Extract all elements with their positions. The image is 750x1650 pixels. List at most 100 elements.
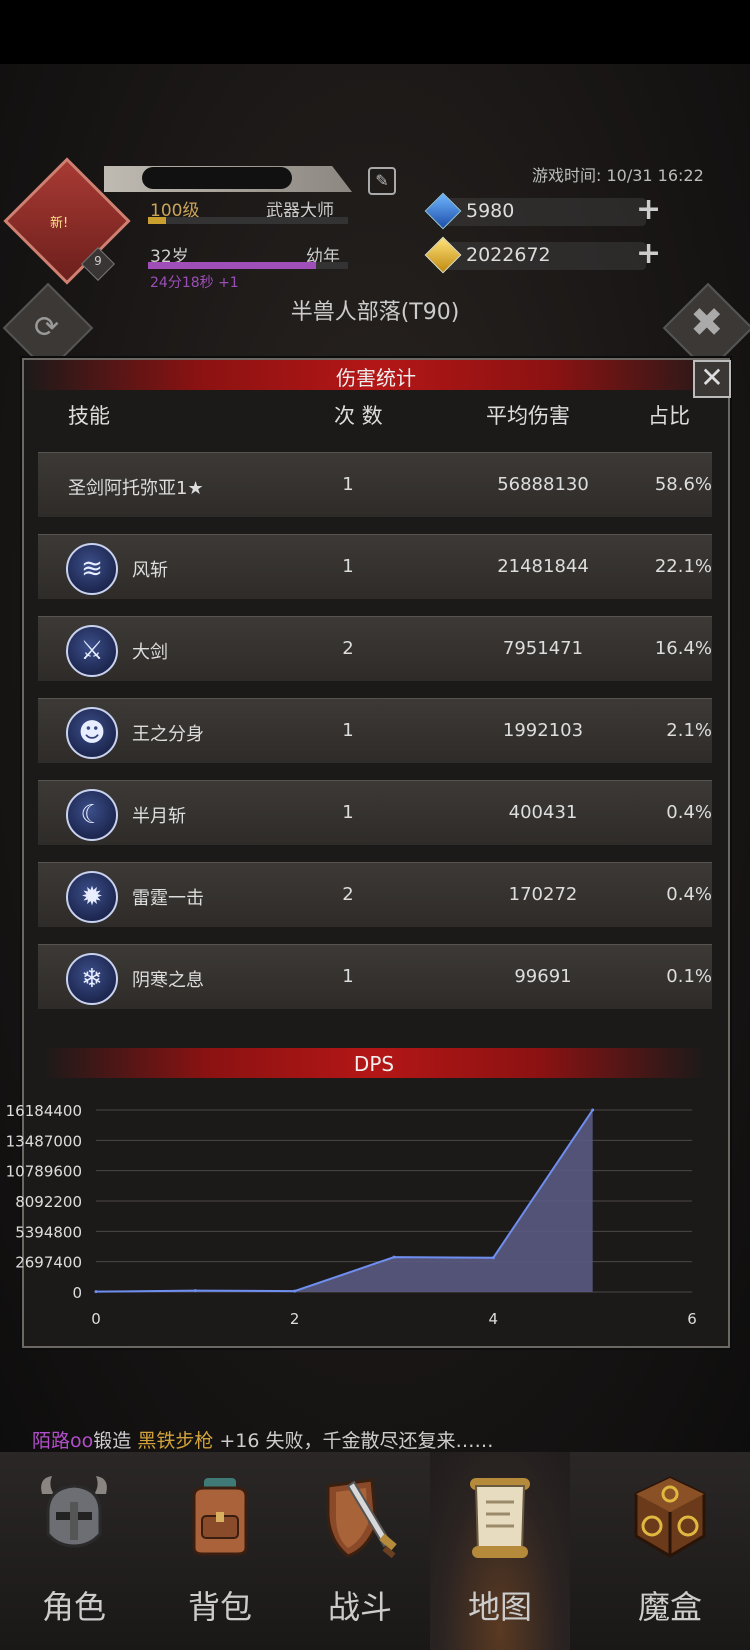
frost-breath-icon: ❄ — [66, 953, 118, 1005]
close-button[interactable]: ✕ — [693, 360, 731, 398]
nav-label: 背包 — [187, 1588, 252, 1626]
gold-count: 2022672 — [466, 244, 551, 266]
nav-label: 战斗 — [327, 1588, 392, 1626]
skill-count: 1 — [342, 802, 354, 823]
nav-label: 地图 — [467, 1588, 532, 1626]
table-row: ✹ 雷霆一击 2 170272 0.4% — [38, 862, 712, 927]
column-header-avg-damage: 平均伤害 — [486, 404, 570, 428]
skill-name: 半月斩 — [132, 806, 186, 827]
x-tick-label: 4 — [489, 1310, 499, 1328]
skill-count: 1 — [342, 556, 354, 577]
dps-point — [591, 1108, 595, 1112]
skill-count: 2 — [342, 638, 354, 659]
skill-percent: 2.1% — [666, 720, 712, 741]
sword-shield-icon — [326, 1478, 397, 1559]
gem-count: 5980 — [466, 200, 515, 222]
scroll-map-icon — [470, 1478, 530, 1558]
nav-character[interactable]: 角色 — [4, 1452, 144, 1650]
table-row: ☻ 王之分身 1 1992103 2.1% — [38, 698, 712, 763]
helmet-icon — [41, 1476, 107, 1548]
y-tick-label: 8092200 — [15, 1193, 82, 1211]
news-ticker: 陌路oo锻造 黑铁步枪 +16 失败，千金散尽还复来…… — [32, 1426, 494, 1453]
add-gems-button[interactable]: + — [636, 195, 661, 225]
avatar-level: 9 — [94, 254, 102, 268]
map-name: 半兽人部落(T90) — [290, 300, 460, 325]
y-tick-label: 0 — [72, 1284, 82, 1302]
nav-map[interactable]: 地图 — [430, 1452, 570, 1650]
skill-name: 雷霆一击 — [132, 888, 204, 909]
skill-percent: 58.6% — [654, 474, 712, 495]
skill-name: 王之分身 — [132, 724, 204, 745]
y-tick-label: 5394800 — [15, 1223, 82, 1241]
nav-magic-box[interactable]: 魔盒 — [600, 1452, 740, 1650]
dps-point — [193, 1289, 197, 1293]
skill-name: 圣剑阿托弥亚1★ — [68, 478, 204, 499]
skill-name: 阴寒之息 — [132, 970, 204, 991]
add-gold-button[interactable]: + — [636, 239, 661, 269]
skill-name: 风斩 — [132, 560, 168, 581]
ticker-item[interactable]: 黑铁步枪 — [137, 1430, 213, 1452]
skill-avg-damage: 1992103 — [502, 720, 584, 741]
half-moon-icon: ☾ — [66, 789, 118, 841]
table-row: ❄ 阴寒之息 1 99691 0.1% — [38, 944, 712, 1009]
dps-point — [293, 1289, 297, 1293]
ticker-action: 锻造 — [93, 1430, 132, 1452]
edit-name-button[interactable]: ✎ — [368, 167, 396, 195]
wind-slash-icon: ≋ — [66, 543, 118, 595]
skill-percent: 16.4% — [654, 638, 712, 659]
ticker-rest: +16 失败，千金散尽还复来…… — [219, 1430, 494, 1452]
age-bar-fill — [148, 262, 316, 269]
dps-point — [392, 1255, 396, 1259]
table-row: ⚔ 大剑 2 7951471 16.4% — [38, 616, 712, 681]
column-header-percent: 占比 — [648, 404, 690, 428]
table-row: ≋ 风斩 1 21481844 22.1% — [38, 534, 712, 599]
nav-label: 魔盒 — [637, 1588, 702, 1626]
modal-title: 伤害统计 — [336, 366, 416, 390]
skill-percent: 22.1% — [654, 556, 712, 577]
column-header-count: 次 数 — [334, 404, 383, 428]
ticker-player[interactable]: 陌路oo — [32, 1430, 93, 1452]
column-header-skill: 技能 — [68, 404, 110, 428]
skill-percent: 0.4% — [666, 802, 712, 823]
xp-bar-fill — [148, 217, 166, 224]
skill-count: 1 — [342, 966, 354, 987]
status-bar — [0, 0, 750, 64]
age-timer: 24分18秒 +1 — [150, 275, 239, 291]
table-row: 圣剑阿托弥亚1★ 1 56888130 58.6% — [38, 452, 712, 517]
nav-backpack[interactable]: 背包 — [150, 1452, 290, 1650]
skill-avg-damage: 21481844 — [497, 556, 589, 577]
nav-battle[interactable]: 战斗 — [290, 1452, 430, 1650]
y-tick-label: 16184400 — [6, 1102, 82, 1120]
dps-chart: 0 2697400 5394800 8092200 10789600 13487000 16… — [6, 1102, 697, 1328]
x-tick-label: 6 — [687, 1310, 697, 1328]
skill-avg-damage: 99691 — [514, 966, 572, 987]
backpack-icon — [192, 1478, 248, 1556]
skill-count: 1 — [342, 474, 354, 495]
skill-avg-damage: 400431 — [508, 802, 578, 823]
dps-point — [491, 1256, 495, 1260]
y-tick-label: 2697400 — [15, 1254, 82, 1272]
skill-avg-damage: 7951471 — [502, 638, 584, 659]
skill-count: 2 — [342, 884, 354, 905]
x-tick-label: 0 — [91, 1310, 101, 1328]
player-name-redacted — [142, 167, 292, 189]
dps-point — [94, 1290, 98, 1294]
skill-avg-damage: 56888130 — [497, 474, 589, 495]
magic-box-icon — [634, 1476, 706, 1558]
skill-percent: 0.4% — [666, 884, 712, 905]
game-time: 游戏时间: 10/31 16:22 — [532, 166, 704, 185]
xp-bar — [148, 217, 348, 224]
skill-avg-damage: 170272 — [508, 884, 578, 905]
nav-label: 角色 — [41, 1588, 106, 1626]
table-row: ☾ 半月斩 1 400431 0.4% — [38, 780, 712, 845]
x-tick-label: 2 — [290, 1310, 300, 1328]
skill-name: 大剑 — [132, 642, 168, 663]
y-tick-label: 13487000 — [6, 1132, 82, 1150]
greatsword-icon: ⚔ — [66, 625, 118, 677]
new-badge: 新! — [50, 216, 69, 231]
thunder-strike-icon: ✹ — [66, 871, 118, 923]
skill-percent: 0.1% — [666, 966, 712, 987]
dps-title: DPS — [353, 1052, 395, 1076]
clone-icon: ☻ — [66, 707, 118, 759]
y-tick-label: 10789600 — [6, 1163, 82, 1181]
